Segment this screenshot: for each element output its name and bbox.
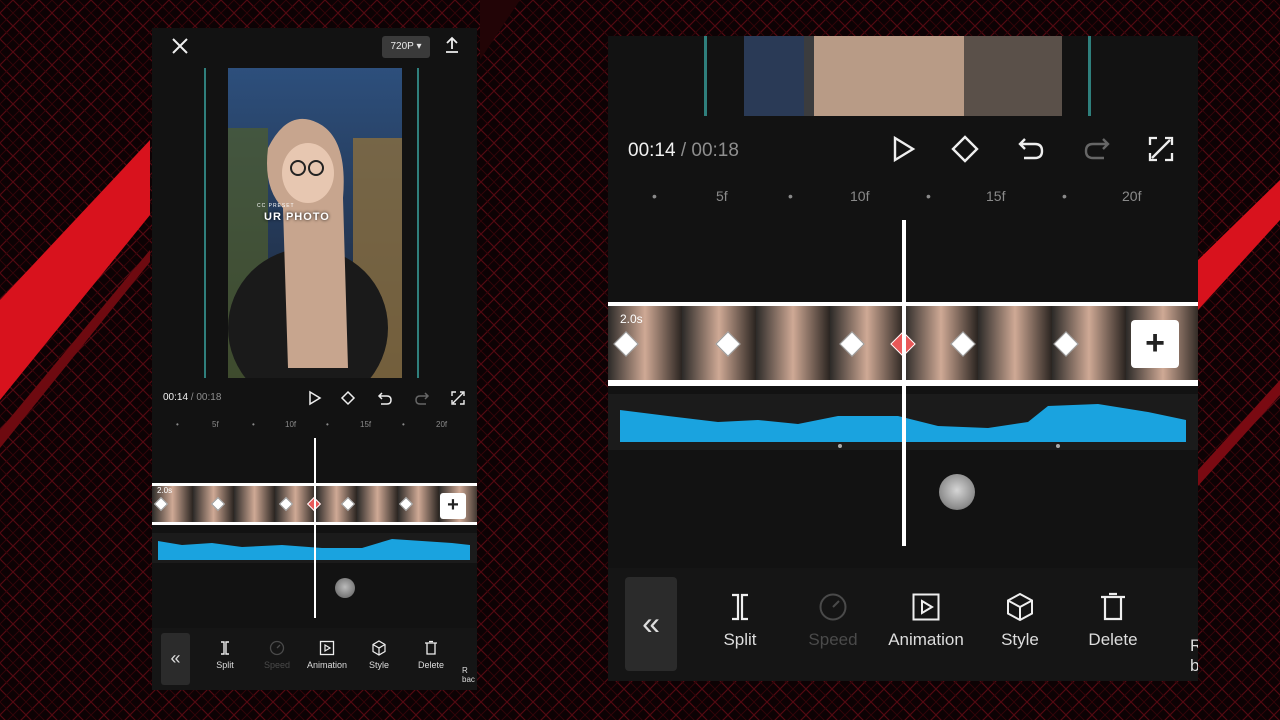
trash-icon (425, 640, 437, 655)
split-button[interactable]: Split (690, 592, 790, 650)
preview-photo (228, 68, 402, 378)
ruler-label: 20f (1122, 188, 1142, 204)
clip-duration: 2.0s (157, 486, 173, 495)
timeline-ruler: • 5f • 10f • 15f • 20f (176, 420, 448, 429)
speed-label: Speed (263, 660, 291, 670)
animation-icon (912, 593, 940, 621)
animation-label: Animation (888, 630, 964, 649)
cube-icon (1007, 592, 1033, 622)
speed-icon (819, 593, 847, 621)
redo-icon[interactable] (414, 390, 430, 406)
playhead[interactable] (902, 220, 906, 546)
ruler-label: 5f (716, 188, 728, 204)
keyframe-icon[interactable] (340, 390, 356, 406)
export-icon[interactable] (444, 36, 460, 54)
playback-controls: 00:14 / 00:18 (608, 124, 1198, 174)
playback-controls: 00:14 / 00:18 (152, 386, 477, 410)
delete-label: Delete (417, 660, 444, 670)
split-label: Split (216, 660, 234, 670)
close-icon[interactable] (170, 36, 190, 56)
touch-indicator (335, 578, 355, 598)
watermark-small: CC PRESET (257, 203, 295, 209)
left-guide-line (204, 68, 206, 378)
speed-label: Speed (808, 630, 858, 649)
ruler-label: 10f (850, 188, 870, 204)
replace-button-partial[interactable]: R bac (1190, 636, 1198, 676)
play-icon[interactable] (307, 390, 323, 406)
back-button[interactable]: « (161, 633, 190, 685)
animation-label: Animation (306, 660, 348, 670)
style-label: Style (368, 660, 389, 670)
split-icon (732, 593, 748, 621)
total-time: 00:18 (691, 140, 739, 161)
bottom-toolbar: « Split Speed Animation Style (608, 568, 1198, 681)
add-clip-button[interactable]: + (1131, 320, 1179, 368)
speed-icon (269, 640, 285, 656)
delete-button[interactable]: Delete (406, 640, 456, 670)
animation-icon (319, 640, 335, 656)
bottom-toolbar: « Split Speed Animation Style (152, 628, 477, 690)
phone-editor-left: 720P ▾ CC PRESET UR PHOTO 00:14 / 00:18 … (152, 28, 477, 690)
time-display: 00:14 / 00:18 (163, 392, 221, 403)
animation-button[interactable]: Animation (876, 592, 976, 650)
speed-button[interactable]: Speed (783, 592, 883, 650)
partial-line-2: bac (462, 675, 475, 684)
timeline-ruler: • 5f • 10f • 15f • 20f (652, 188, 1142, 204)
cube-icon (372, 640, 386, 656)
style-button[interactable]: Style (354, 640, 404, 670)
watermark-title: UR PHOTO (264, 211, 330, 223)
redo-icon[interactable] (1082, 134, 1112, 164)
total-time: 00:18 (196, 392, 222, 403)
replace-button-partial[interactable]: R bac (462, 666, 475, 684)
delete-button[interactable]: Delete (1063, 592, 1163, 650)
animation-button[interactable]: Animation (302, 640, 352, 670)
trash-icon (1101, 592, 1125, 621)
current-time: 00:14 (628, 140, 676, 161)
split-button[interactable]: Split (200, 640, 250, 670)
zoomed-editor-right: 00:14 / 00:18 • 5f • 10f • 15f • 20f 2.0… (608, 36, 1198, 681)
partial-line-1: R (1190, 636, 1198, 655)
current-time: 00:14 (163, 392, 189, 403)
time-separator: / (675, 140, 692, 161)
ruler-label: 15f (986, 188, 1006, 204)
fullscreen-icon[interactable] (450, 390, 466, 406)
partial-line-2: bac (1190, 656, 1198, 675)
speed-button[interactable]: Speed (252, 640, 302, 670)
ruler-label: 20f (436, 420, 448, 429)
ruler-label: 10f (285, 420, 297, 429)
split-label: Split (723, 630, 757, 649)
style-label: Style (1001, 630, 1039, 649)
right-guide-line (1088, 36, 1091, 116)
style-button[interactable]: Style (970, 592, 1070, 650)
keyframe-icon[interactable] (950, 134, 980, 164)
split-icon (221, 641, 229, 655)
right-guide-line (417, 68, 419, 378)
resolution-label: 720P (390, 41, 414, 52)
ruler-label: 15f (360, 420, 372, 429)
resolution-button[interactable]: 720P ▾ (382, 36, 430, 58)
partial-line-1: R (462, 666, 468, 675)
preview-photo (744, 36, 1062, 116)
touch-indicator (939, 474, 975, 510)
time-display: 00:14 / 00:18 (628, 140, 739, 162)
undo-icon[interactable] (1016, 134, 1046, 164)
playhead[interactable] (314, 438, 316, 618)
top-bar: 720P ▾ (152, 28, 477, 66)
play-icon[interactable] (888, 134, 918, 164)
ruler-label: 5f (212, 420, 219, 429)
delete-label: Delete (1088, 630, 1138, 649)
preview-canvas[interactable] (228, 68, 402, 378)
back-button[interactable]: « (625, 577, 677, 671)
preview-canvas-zoomed[interactable] (744, 36, 1062, 116)
add-clip-button[interactable]: + (440, 493, 466, 519)
clip-duration: 2.0s (620, 312, 643, 326)
left-guide-line (704, 36, 707, 116)
undo-icon[interactable] (377, 390, 393, 406)
fullscreen-icon[interactable] (1146, 134, 1176, 164)
